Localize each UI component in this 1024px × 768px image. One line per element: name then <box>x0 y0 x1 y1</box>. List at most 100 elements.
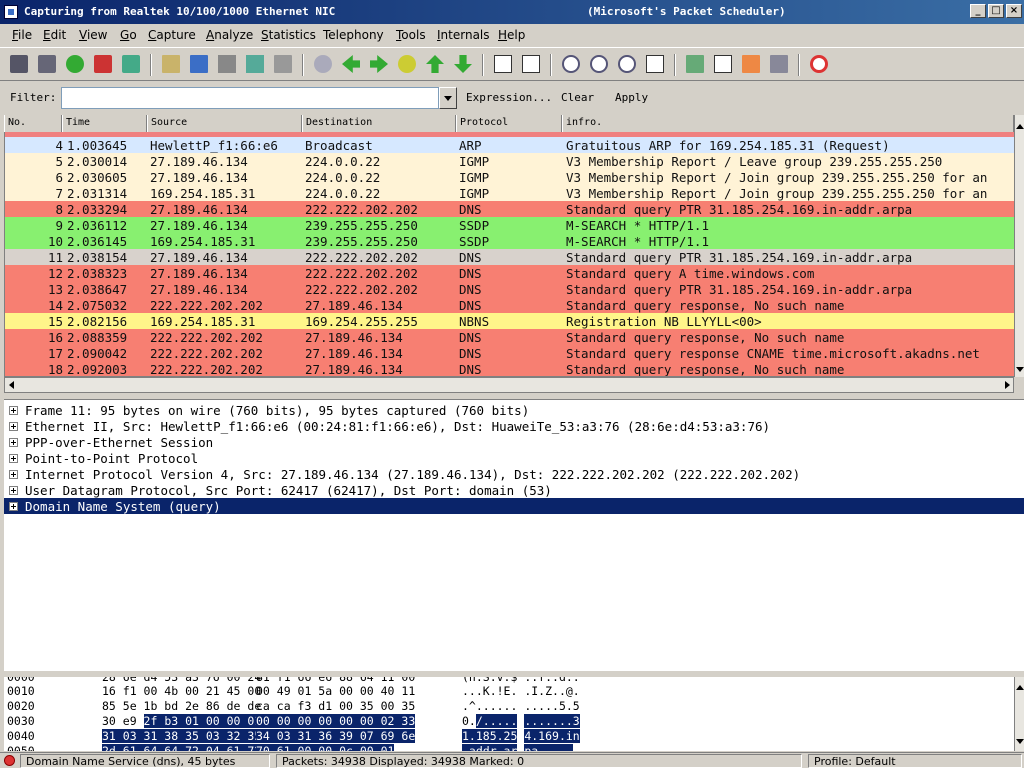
scroll-down-arrow-icon[interactable] <box>1016 367 1024 372</box>
scroll-right-arrow-icon[interactable] <box>1005 381 1010 389</box>
packet-row[interactable]: 11 2.038154 27.189.46.134 222.222.202.202 DN… <box>5 249 1014 265</box>
menu-help[interactable]: Help <box>498 28 525 42</box>
open-file-icon[interactable] <box>162 55 180 73</box>
packet-row[interactable]: 5 2.030014 27.189.46.134 224.0.0.22 IGMP V3 M… <box>5 153 1014 169</box>
zoom-in-icon[interactable] <box>562 55 580 73</box>
zoom-out-icon[interactable] <box>590 55 608 73</box>
resize-columns-icon[interactable] <box>646 55 664 73</box>
coloring-rules-icon[interactable] <box>742 55 760 73</box>
preferences-icon[interactable] <box>770 55 788 73</box>
column-header-info[interactable]: infro. <box>562 115 1014 132</box>
packet-row[interactable]: 13 2.038647 27.189.46.134 222.222.202.202 DN… <box>5 281 1014 297</box>
close-file-icon[interactable] <box>218 55 236 73</box>
packet-row[interactable]: 4 1.003645 HewlettP_f1:66:e6 Broadcast ARP Gr… <box>5 137 1014 153</box>
restart-capture-icon[interactable] <box>122 55 140 73</box>
go-last-icon[interactable] <box>454 55 472 73</box>
detail-tree-item[interactable]: PPP-over-Ethernet Session <box>4 434 1024 450</box>
menu-edit[interactable]: Edit <box>43 28 66 42</box>
interfaces-icon[interactable] <box>10 55 28 73</box>
go-back-icon[interactable] <box>342 55 360 73</box>
packet-bytes-pane[interactable]: 0000 28 6e d4 53 a3 76 00 24 81 f1 66 e6 8… <box>4 677 1014 751</box>
clear-button[interactable]: Clear <box>561 91 594 104</box>
expand-plus-icon[interactable] <box>9 438 18 447</box>
detail-tree-item[interactable]: Point-to-Point Protocol <box>4 450 1024 466</box>
maximize-button[interactable]: □ <box>988 4 1004 18</box>
packet-row[interactable]: 8 2.033294 27.189.46.134 222.222.202.202 DNS… <box>5 201 1014 217</box>
menu-statistics[interactable]: Statistics <box>261 28 316 42</box>
column-header-time[interactable]: Time <box>62 115 147 132</box>
menu-internals[interactable]: Internals <box>437 28 490 42</box>
column-header-protocol[interactable]: Protocol <box>456 115 562 132</box>
hex-dump-row[interactable]: 0020 85 5e 1b bd 2e 86 de de ca ca f3 d1 0… <box>4 699 1014 714</box>
bytes-scroll-up-arrow-icon[interactable] <box>1016 685 1024 690</box>
capture-filters-icon[interactable] <box>686 55 704 73</box>
detail-tree-item[interactable]: Internet Protocol Version 4, Src: 27.189… <box>4 466 1024 482</box>
title-bar[interactable]: Capturing from Realtek 10/100/1000 Ether… <box>0 0 1024 24</box>
apply-button[interactable]: Apply <box>615 91 648 104</box>
packet-row[interactable]: 18 2.092003 222.222.202.202 27.189.46.134 DN… <box>5 361 1014 376</box>
options-icon[interactable] <box>38 55 56 73</box>
find-icon[interactable] <box>314 55 332 73</box>
menu-view[interactable]: View <box>79 28 107 42</box>
zoom-normal-icon[interactable] <box>618 55 636 73</box>
go-forward-icon[interactable] <box>370 55 388 73</box>
expand-plus-icon[interactable] <box>9 470 18 479</box>
expand-plus-icon[interactable] <box>9 422 18 431</box>
packet-row[interactable]: 16 2.088359 222.222.202.202 27.189.46.134 DN… <box>5 329 1014 345</box>
expand-plus-icon[interactable] <box>9 486 18 495</box>
detail-tree-item[interactable]: User Datagram Protocol, Src Port: 62417 … <box>4 482 1024 498</box>
menu-analyze[interactable]: Analyze <box>206 28 253 42</box>
menu-file[interactable]: File <box>12 28 32 42</box>
menu-go[interactable]: Go <box>120 28 137 42</box>
minimize-button[interactable]: _ <box>970 4 986 18</box>
packet-row[interactable]: 15 2.082156 169.254.185.31 169.254.255.255 N… <box>5 313 1014 329</box>
hex-dump-row[interactable]: 0030 30 e9 2f b3 01 00 00 01 00 00 00 00 0… <box>4 714 1014 729</box>
go-first-icon[interactable] <box>426 55 444 73</box>
detail-tree-item[interactable]: Frame 11: 95 bytes on wire (760 bits), 9… <box>4 402 1024 418</box>
packet-row[interactable]: 7 2.031314 169.254.185.31 224.0.0.22 IGMP V3 … <box>5 185 1014 201</box>
hex-dump-row[interactable]: 0010 16 f1 00 4b 00 21 45 00 00 49 01 5a 0… <box>4 684 1014 699</box>
packet-details-tree[interactable]: Frame 11: 95 bytes on wire (760 bits), 9… <box>4 399 1024 671</box>
capture-status-icon[interactable] <box>4 755 15 766</box>
packet-list[interactable]: 4 1.003645 HewlettP_f1:66:e6 Broadcast ARP Gr… <box>4 132 1014 377</box>
expression-button[interactable]: Expression... <box>466 91 552 104</box>
hex-dump-row[interactable]: 0050 2d 61 64 64 72 04 61 72 70 61 00 00 0… <box>4 744 1014 751</box>
expand-plus-icon[interactable] <box>9 406 18 415</box>
display-filters-icon[interactable] <box>714 55 732 73</box>
go-to-packet-icon[interactable] <box>398 55 416 73</box>
menu-telephony[interactable]: Telephony <box>323 28 384 42</box>
bytes-scroll-down-arrow-icon[interactable] <box>1016 739 1024 744</box>
packet-row[interactable]: 9 2.036112 27.189.46.134 239.255.255.250 SSD… <box>5 217 1014 233</box>
stop-capture-icon[interactable] <box>94 55 112 73</box>
reload-icon[interactable] <box>246 55 264 73</box>
packet-list-horizontal-scrollbar[interactable] <box>4 377 1014 393</box>
hex-dump-row[interactable]: 0040 31 03 31 38 35 03 32 35 34 03 31 36 3… <box>4 729 1014 744</box>
packet-row[interactable]: 12 2.038323 27.189.46.134 222.222.202.202 DN… <box>5 265 1014 281</box>
detail-tree-item[interactable]: Ethernet II, Src: HewlettP_f1:66:e6 (00:… <box>4 418 1024 434</box>
start-capture-icon[interactable] <box>66 55 84 73</box>
save-file-icon[interactable] <box>190 55 208 73</box>
column-header-source[interactable]: Source <box>147 115 302 132</box>
help-icon[interactable] <box>810 55 828 73</box>
column-header-destination[interactable]: Destination <box>302 115 456 132</box>
packet-row[interactable]: 14 2.075032 222.222.202.202 27.189.46.134 DN… <box>5 297 1014 313</box>
packet-row[interactable]: 17 2.090042 222.222.202.202 27.189.46.134 DN… <box>5 345 1014 361</box>
column-header-no[interactable]: No. <box>4 115 62 132</box>
colorize-icon[interactable] <box>494 55 512 73</box>
status-profile[interactable]: Profile: Default <box>808 754 1022 768</box>
scroll-left-arrow-icon[interactable] <box>9 381 14 389</box>
expand-plus-icon[interactable] <box>9 502 18 511</box>
menu-capture[interactable]: Capture <box>148 28 196 42</box>
bytes-vertical-scrollbar[interactable] <box>1014 677 1024 751</box>
scroll-up-arrow-icon[interactable] <box>1016 124 1024 129</box>
filter-input[interactable] <box>61 87 439 109</box>
packet-row[interactable]: 6 2.030605 27.189.46.134 224.0.0.22 IGMP V3 M… <box>5 169 1014 185</box>
detail-tree-item[interactable]: Domain Name System (query) <box>4 498 1024 514</box>
packet-row[interactable]: 10 2.036145 169.254.185.31 239.255.255.250 S… <box>5 233 1014 249</box>
menu-tools[interactable]: Tools <box>396 28 426 42</box>
auto-scroll-icon[interactable] <box>522 55 540 73</box>
wireshark-app-icon[interactable] <box>4 5 18 19</box>
filter-dropdown-button[interactable] <box>439 87 457 109</box>
print-icon[interactable] <box>274 55 292 73</box>
packet-list-vertical-scrollbar[interactable] <box>1014 115 1024 377</box>
